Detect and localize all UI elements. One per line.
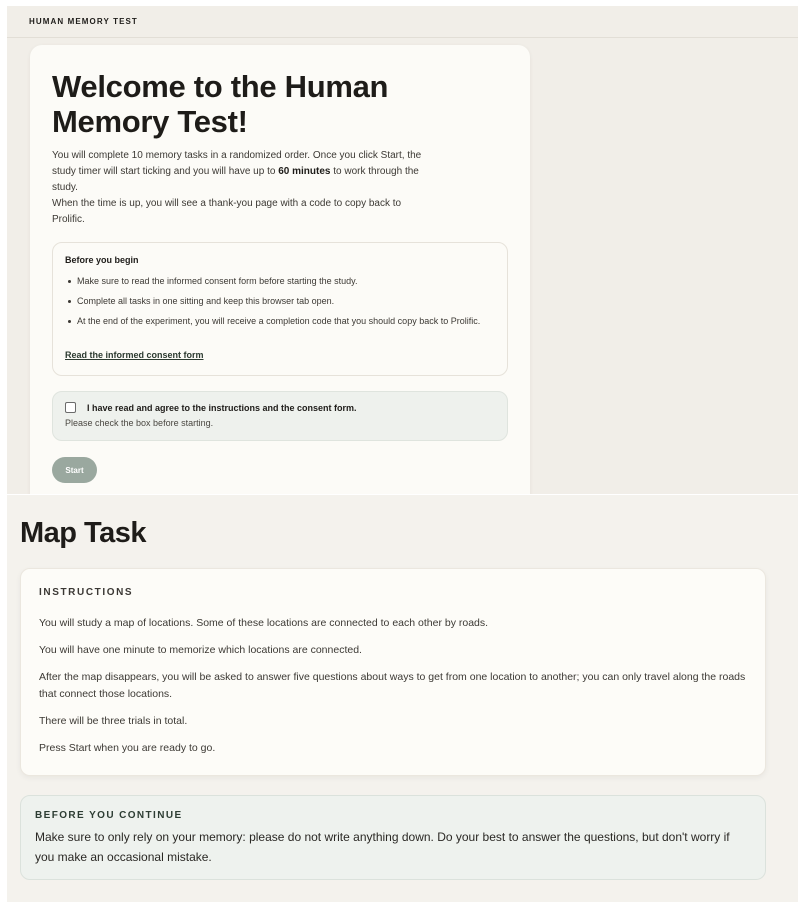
agree-hint: Please check the box before starting. xyxy=(65,418,214,428)
agreement-row: I have read and agree to the instruction… xyxy=(65,402,495,413)
before-you-continue-text: Make sure to only rely on your memory: p… xyxy=(35,830,730,864)
agree-label[interactable]: I have read and agree to the instruction… xyxy=(87,403,357,413)
before-you-begin-box: Before you begin Make sure to read the i… xyxy=(52,242,508,376)
page-title: Map Task xyxy=(20,517,147,549)
list-item: At the end of the experiment, you will r… xyxy=(65,314,495,328)
instruction-paragraph: You will have one minute to memorize whi… xyxy=(39,644,362,656)
list-item: Make sure to read the informed consent f… xyxy=(65,274,495,288)
welcome-card: Welcome to the Human Memory Test! You wi… xyxy=(30,45,530,494)
instruction-paragraph: You will study a map of locations. Some … xyxy=(39,617,489,629)
instruction-paragraph: Press Start when you are ready to go. xyxy=(39,742,216,754)
instruction-paragraph: There will be three trials in total. xyxy=(39,715,188,727)
welcome-screen: HUMAN MEMORY TEST Welcome to the Human M… xyxy=(7,6,798,494)
instructions-heading: INSTRUCTIONS xyxy=(39,587,134,598)
instructions-card: INSTRUCTIONS You will study a map of loc… xyxy=(20,568,766,776)
before-you-begin-heading: Before you begin xyxy=(65,255,139,265)
app-title: HUMAN MEMORY TEST xyxy=(29,17,138,26)
before-you-continue-heading: BEFORE YOU CONTINUE xyxy=(35,810,183,821)
app-header: HUMAN MEMORY TEST xyxy=(7,6,798,38)
start-button[interactable]: Start xyxy=(52,457,97,483)
list-item: Complete all tasks in one sitting and ke… xyxy=(65,294,495,308)
instruction-paragraph: After the map disappears, you will be as… xyxy=(39,671,746,700)
welcome-title: Welcome to the Human Memory Test! xyxy=(52,69,389,139)
agreement-box: I have read and agree to the instruction… xyxy=(52,391,508,441)
before-you-continue-card: BEFORE YOU CONTINUE Make sure to only re… xyxy=(20,795,766,880)
intro-paragraph-1: You will complete 10 memory tasks in a r… xyxy=(52,148,422,196)
intro-paragraph-2: When the time is up, you will see a than… xyxy=(52,198,402,225)
welcome-intro: You will complete 10 memory tasks in a r… xyxy=(52,148,422,228)
before-you-begin-list: Make sure to read the informed consent f… xyxy=(65,274,495,328)
map-task-screen: Map Task INSTRUCTIONS You will study a m… xyxy=(7,495,798,902)
agree-checkbox[interactable] xyxy=(65,402,76,413)
consent-form-link[interactable]: Read the informed consent form xyxy=(65,350,204,360)
intro-time-limit: 60 minutes xyxy=(278,166,331,177)
